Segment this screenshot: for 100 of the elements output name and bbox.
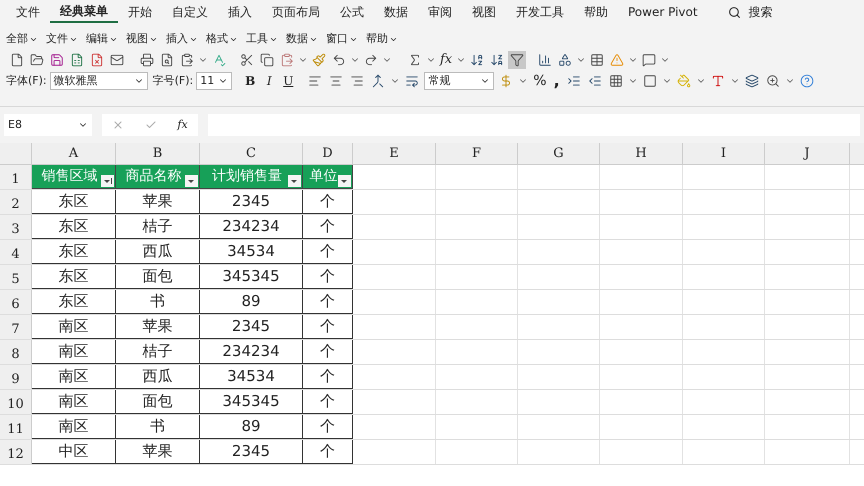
ribbon-tab[interactable]: 开发工具	[506, 1, 574, 23]
menu-item[interactable]: 插入	[166, 30, 198, 48]
ribbon-tab[interactable]: 审阅	[418, 1, 462, 23]
ribbon-tab[interactable]: 插入	[218, 1, 262, 23]
header-cell: 商品名称	[116, 165, 200, 189]
sort-filter-icon[interactable]	[101, 175, 114, 187]
header-cell: 计划销售量	[200, 165, 303, 189]
table-cell: 345345	[200, 390, 303, 414]
table-cell: 345345	[200, 265, 303, 289]
table-cell: 34534	[200, 240, 303, 264]
search-label[interactable]: 搜索	[748, 3, 773, 21]
table-cell: 中区	[32, 440, 116, 464]
insert-function-button[interactable]: fx	[177, 116, 188, 134]
format-button[interactable]: U	[280, 72, 296, 90]
row-header[interactable]: 4	[0, 240, 32, 264]
comma-button[interactable]: ,	[552, 73, 562, 89]
table-cell: 西瓜	[116, 240, 200, 264]
ribbon-tab[interactable]: 自定义	[162, 1, 218, 23]
ribbon-tab[interactable]: 视图	[462, 1, 506, 23]
table-cell: 书	[116, 290, 200, 314]
percent-button[interactable]: %	[531, 70, 549, 92]
table-cell: 234234	[200, 215, 303, 239]
table-cell: 南区	[32, 340, 116, 364]
format-button[interactable]: B	[242, 72, 258, 90]
menu-item[interactable]: 视图	[126, 30, 158, 48]
column-header[interactable]: D	[303, 143, 353, 164]
row-header[interactable]: 10	[0, 390, 32, 414]
ribbon-tab[interactable]: 页面布局	[262, 1, 330, 23]
row-header[interactable]: 11	[0, 415, 32, 439]
table-cell: 桔子	[116, 215, 200, 239]
table-cell: 个	[303, 365, 353, 389]
ribbon-tab[interactable]: 数据	[374, 1, 418, 23]
column-header[interactable]: C	[200, 143, 303, 164]
column-header[interactable]: F	[436, 143, 518, 164]
table-cell: 234234	[200, 340, 303, 364]
table-cell: 东区	[32, 215, 116, 239]
table-cell: 南区	[32, 315, 116, 339]
column-header[interactable]: E	[353, 143, 436, 164]
menu-item[interactable]: 工具	[246, 30, 278, 48]
menu-item[interactable]: 帮助	[366, 30, 398, 48]
table-cell: 东区	[32, 290, 116, 314]
number-format-dropdown[interactable]: 常规	[424, 72, 494, 90]
table-cell: 个	[303, 415, 353, 439]
table-cell: 东区	[32, 240, 116, 264]
filter-icon[interactable]	[508, 51, 526, 69]
row-header[interactable]: 3	[0, 215, 32, 239]
menu-item[interactable]: 文件	[46, 30, 78, 48]
format-button[interactable]: I	[261, 72, 278, 90]
row-header[interactable]: 7	[0, 315, 32, 339]
fill-color-icon[interactable]	[674, 72, 693, 90]
row-header[interactable]: 9	[0, 365, 32, 389]
printer-icon[interactable]	[138, 51, 156, 69]
ribbon-tab[interactable]: 开始	[118, 1, 162, 23]
table-cell: 南区	[32, 390, 116, 414]
table-cell: 苹果	[116, 440, 200, 464]
menu-item[interactable]: 数据	[286, 30, 318, 48]
table-cell: 89	[200, 290, 303, 314]
column-header[interactable]: B	[116, 143, 200, 164]
menu-item[interactable]: 编辑	[86, 30, 118, 48]
font-dropdown[interactable]: 微软雅黑	[50, 72, 148, 90]
function-button[interactable]: fx	[438, 50, 454, 70]
ribbon-tab[interactable]: Power Pivot	[618, 1, 708, 23]
menu-item[interactable]: 格式	[206, 30, 238, 48]
row-header[interactable]: 2	[0, 190, 32, 214]
name-box[interactable]: E8	[4, 114, 92, 136]
font-size-dropdown[interactable]: 11	[196, 72, 232, 90]
table-cell: 东区	[32, 265, 116, 289]
table-cell: 个	[303, 315, 353, 339]
row-header[interactable]: 1	[0, 165, 32, 189]
ribbon-tab[interactable]: 公式	[330, 1, 374, 23]
ribbon-tab[interactable]: 帮助	[574, 1, 618, 23]
ribbon-tab[interactable]: 文件	[6, 1, 50, 23]
table-cell: 南区	[32, 365, 116, 389]
header-cell: 销售区域	[32, 165, 116, 189]
menu-item[interactable]: 窗口	[326, 30, 358, 48]
row-header[interactable]: 8	[0, 340, 32, 364]
filter-dropdown-icon[interactable]	[338, 175, 351, 187]
table-cell: 苹果	[116, 315, 200, 339]
help-icon[interactable]	[798, 72, 816, 90]
filter-dropdown-icon[interactable]	[288, 175, 301, 187]
header-cell: 单位	[303, 165, 353, 189]
column-header[interactable]: J	[765, 143, 850, 164]
filter-dropdown-icon[interactable]	[185, 175, 198, 187]
ribbon-tab[interactable]: 经典菜单	[50, 1, 118, 23]
row-header[interactable]: 5	[0, 265, 32, 289]
column-header[interactable]: G	[518, 143, 600, 164]
table-cell: 2345	[200, 440, 303, 464]
table-cell: 个	[303, 390, 353, 414]
table-cell: 个	[303, 265, 353, 289]
copy-icon[interactable]	[258, 51, 276, 69]
column-header[interactable]: I	[683, 143, 765, 164]
row-header[interactable]: 6	[0, 290, 32, 314]
menu-item[interactable]: 全部	[6, 30, 38, 48]
table-cell: 个	[303, 340, 353, 364]
table-cell: 个	[303, 440, 353, 464]
styles-icon[interactable]	[742, 72, 761, 90]
table-cell: 面包	[116, 390, 200, 414]
column-header[interactable]: H	[600, 143, 683, 164]
row-header[interactable]: 12	[0, 440, 32, 464]
column-header[interactable]: A	[32, 143, 116, 164]
